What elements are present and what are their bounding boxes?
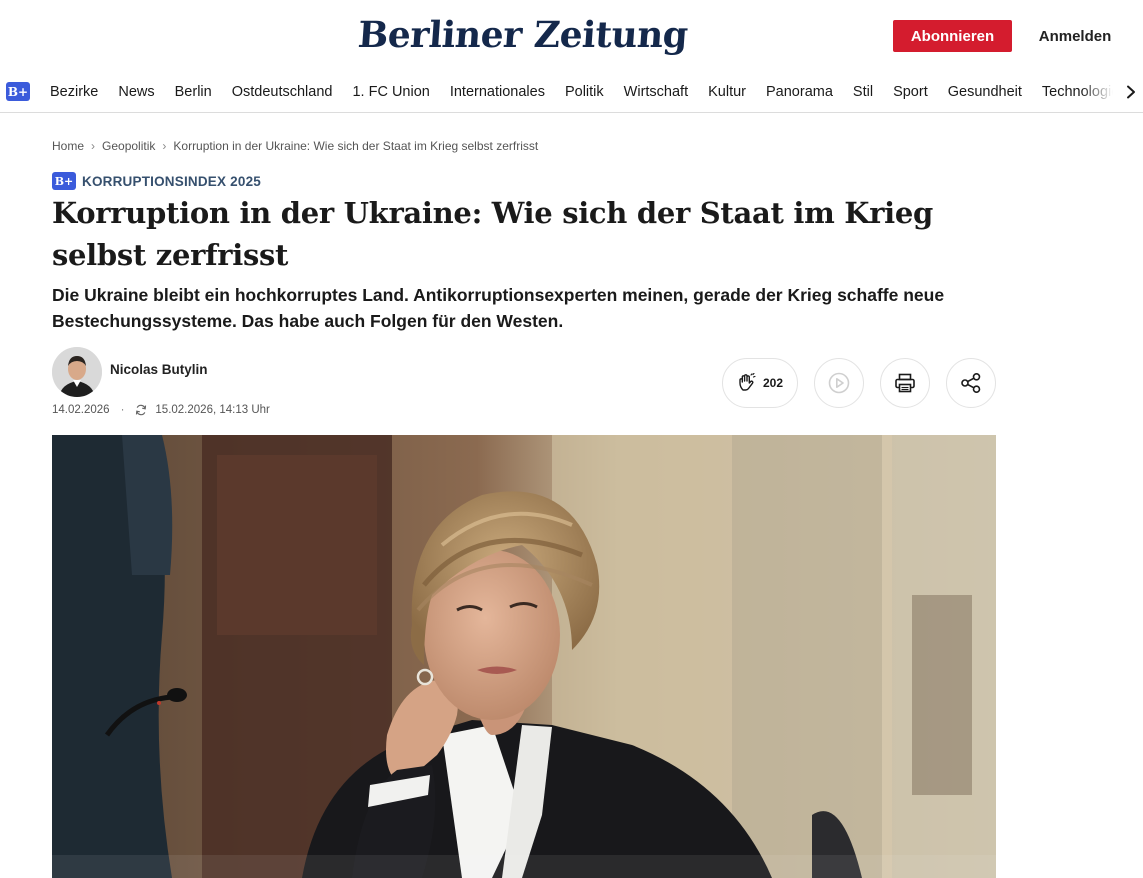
meta-separator: · [120,404,125,416]
breadcrumb-separator: › [162,139,167,153]
nav-item-news[interactable]: News [118,84,154,100]
nav-item-ostdeutschland[interactable]: Ostdeutschland [232,84,333,100]
logo-wordmark: Zeitung [532,14,690,56]
subscribe-button[interactable]: Abonnieren [893,20,1012,52]
main-navigation: B+ Bezirke News Berlin Ostdeutschland 1.… [0,72,1143,113]
hero-photo [52,435,996,878]
article-headline: Korruption in der Ukraine: Wie sich der … [52,196,934,272]
kicker-text[interactable]: KORRUPTIONSINDEX 2025 [82,174,261,189]
nav-scroll-right-button[interactable] [1119,72,1143,112]
article-meta: 14.02.2026 · 15.02.2026, 14:13 Uhr [52,403,270,417]
clap-count: 202 [762,376,784,390]
nav-item-wirtschaft[interactable]: Wirtschaft [624,84,688,100]
login-button[interactable]: Anmelden [1030,20,1120,52]
author-portrait-icon [52,347,102,397]
author-avatar[interactable] [52,347,102,397]
nav-items: Bezirke News Berlin Ostdeutschland 1. FC… [50,72,1113,112]
plus-article-badge: B+ [52,172,76,190]
site-logo[interactable]: Berliner Zeitung [357,8,689,62]
plus-nav-badge[interactable]: B+ [6,82,30,101]
clap-hand-icon [739,373,756,391]
article-teaser: Die Ukraine bleibt ein hochkorruptes Lan… [52,285,945,331]
site-header: Berliner Zeitung Abonnieren Anmelden [0,0,1143,72]
nav-item-bezirke[interactable]: Bezirke [50,84,98,100]
clap-button[interactable]: 202 [722,358,798,408]
refresh-icon [136,404,147,416]
nav-item-politik[interactable]: Politik [565,84,604,100]
breadcrumb: Home › Geopolitik › Korruption in der Uk… [52,138,538,154]
logo-wordmark: Berliner [356,14,524,56]
breadcrumb-current: Korruption in der Ukraine: Wie sich der … [173,139,539,153]
nav-item-stil[interactable]: Stil [853,84,873,100]
nav-fade [1081,72,1121,112]
nav-item-fc-union[interactable]: 1. FC Union [352,84,429,100]
breadcrumb-separator: › [91,139,96,153]
article-page: Berliner Zeitung Abonnieren Anmelden B+ … [0,0,1143,878]
article-kicker: B+ KORRUPTIONSINDEX 2025 [52,172,261,190]
share-button[interactable] [946,358,996,408]
audio-play-button[interactable] [814,358,864,408]
nav-item-berlin[interactable]: Berlin [175,84,212,100]
nav-item-sport[interactable]: Sport [893,84,928,100]
share-icon [961,373,981,394]
breadcrumb-geopolitik[interactable]: Geopolitik [102,139,155,153]
update-date: 15.02.2026, 14:13 Uhr [155,404,270,416]
nav-item-kultur[interactable]: Kultur [708,84,746,100]
print-button[interactable] [880,358,930,408]
nav-item-panorama[interactable]: Panorama [766,84,833,100]
author-name[interactable]: Nicolas Butylin [110,362,208,377]
nav-item-internationales[interactable]: Internationales [450,84,545,100]
publish-date: 14.02.2026 [52,404,110,416]
breadcrumb-home[interactable]: Home [52,139,84,153]
play-circle-icon [828,372,850,394]
printer-icon [895,373,915,393]
nav-item-gesundheit[interactable]: Gesundheit [948,84,1022,100]
chevron-right-icon [1127,85,1135,99]
article-hero-image[interactable] [52,435,996,878]
